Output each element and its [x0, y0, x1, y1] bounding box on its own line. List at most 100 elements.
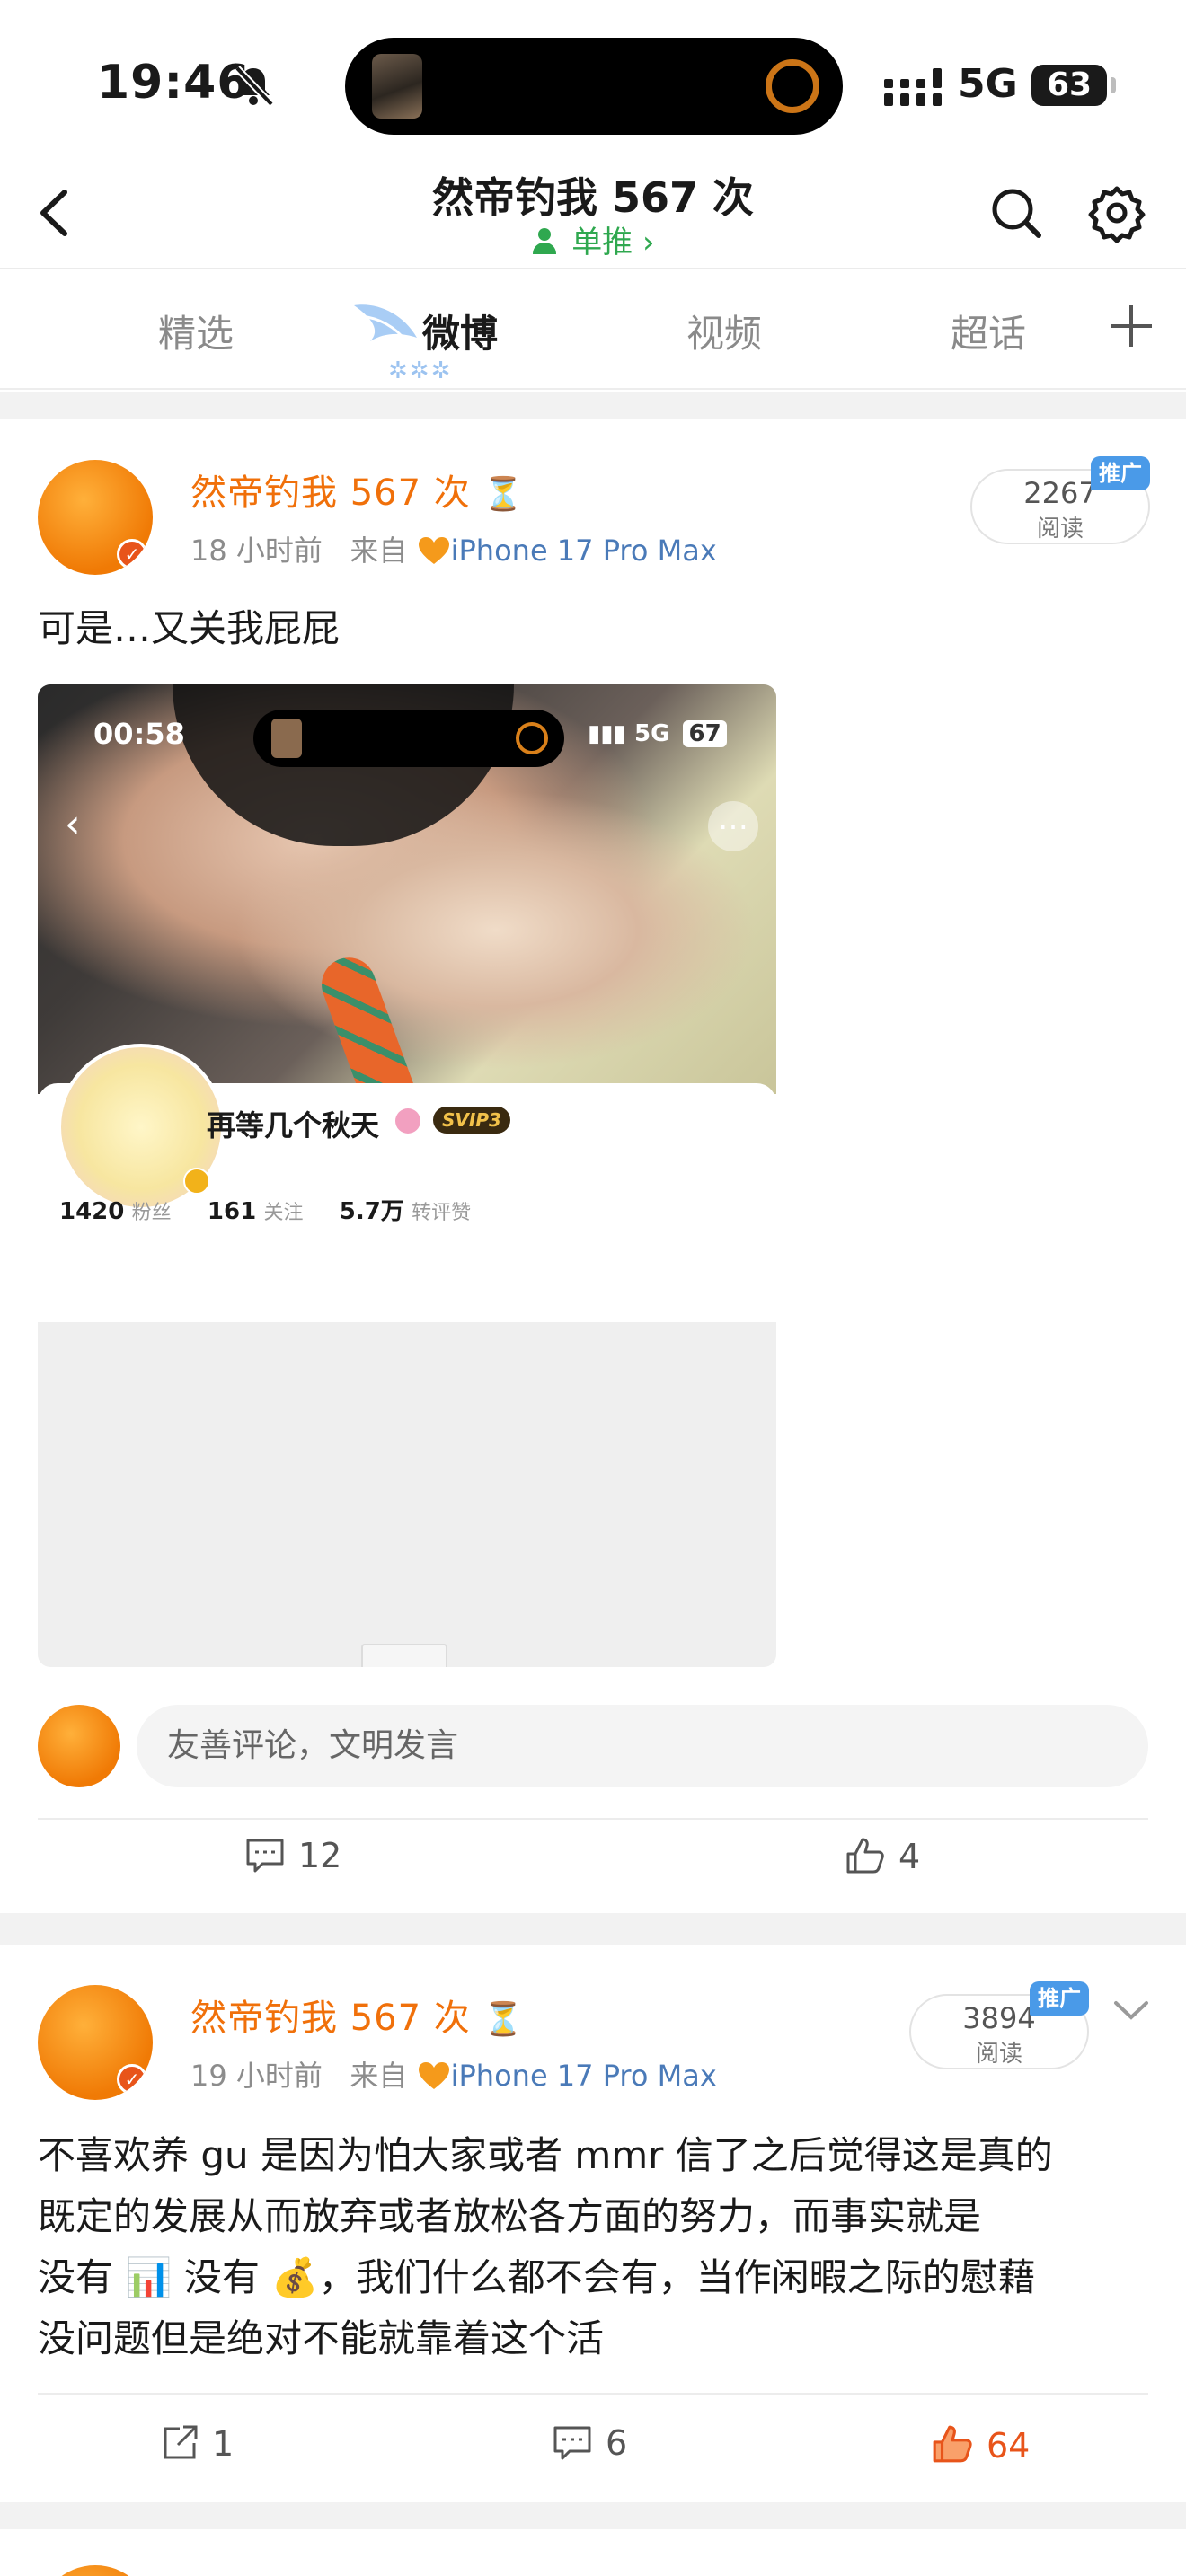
embedded-battery: 67 — [683, 720, 727, 747]
read-label: 阅读 — [975, 2041, 1022, 2068]
action-divider — [38, 2393, 1148, 2395]
post-time: 19 小时前 — [190, 2059, 323, 2093]
action-divider — [38, 1818, 1148, 1820]
plus-icon[interactable] — [1102, 296, 1161, 356]
source-device[interactable]: iPhone 17 Pro Max — [451, 2059, 717, 2093]
promo-tag: 推广 — [1030, 1981, 1089, 2016]
back-arrow-icon[interactable] — [25, 181, 88, 244]
author-name[interactable]: 然帝钓我 567 次 ⏳ — [190, 463, 524, 516]
hourglass-icon: ⏳ — [482, 476, 525, 513]
embedded-bars-icon: ▮▮▮ — [588, 720, 634, 747]
search-icon[interactable] — [985, 181, 1048, 244]
author-name-text: 然帝钓我 567 次 — [190, 1998, 471, 2039]
avatar[interactable]: ✓ — [38, 1985, 153, 2100]
post-meta: 18 小时前 来自 iPhone 17 Pro Max — [190, 528, 717, 569]
like-button[interactable]: 64 — [931, 2423, 1030, 2466]
comment-input[interactable]: 友善评论，文明发言 — [137, 1705, 1148, 1787]
post-meta: 19 小时前 来自 iPhone 17 Pro Max — [190, 2053, 717, 2095]
embedded-back-icon: ‹ — [65, 801, 81, 847]
like-count: 64 — [987, 2426, 1031, 2466]
orange-heart-icon — [418, 2062, 449, 2089]
embedded-likes-label: 转评赞 — [412, 1202, 472, 1224]
embedded-more-icon: … — [708, 801, 758, 851]
tab-featured[interactable]: 精选 — [124, 304, 268, 358]
comment-count: 12 — [298, 1836, 342, 1875]
comment-icon — [246, 1839, 284, 1873]
tab-bar: 精选 微博 ✲✲✲ 视频 超话 — [0, 269, 1186, 390]
image-placeholder — [38, 1322, 776, 1667]
comment-button[interactable]: 6 — [552, 2423, 627, 2463]
embedded-network: 5G — [633, 720, 670, 747]
thumbs-up-filled-icon — [933, 2425, 972, 2463]
avatar[interactable]: ✓ — [38, 460, 153, 575]
now-playing-artwork — [372, 54, 422, 119]
source-prefix: 来自 — [350, 2059, 408, 2093]
author-name[interactable]: 然帝钓我 567 次 ⏳ — [190, 1989, 524, 2041]
tab-video[interactable]: 视频 — [652, 304, 796, 358]
repost-button[interactable]: 1 — [160, 2423, 234, 2464]
post-time: 18 小时前 — [190, 534, 323, 568]
chevron-down-icon[interactable] — [1111, 1998, 1152, 2025]
source-prefix: 来自 — [350, 534, 408, 568]
tab-supertopic[interactable]: 超话 — [916, 304, 1060, 358]
post-card-partial[interactable] — [0, 2529, 1186, 2576]
verified-badge-icon: ✓ — [117, 2064, 147, 2095]
battery-cap — [1111, 77, 1116, 93]
post-text: 可是…又关我屁屁 — [38, 606, 341, 650]
verified-badge-icon: ✓ — [117, 539, 147, 569]
image-loading-handle — [361, 1644, 447, 1667]
post-text-line: 没有 📊 没有 💰，我们什么都不会有，当作闲暇之际的慰藉 — [38, 2255, 1036, 2299]
repost-count: 1 — [212, 2424, 235, 2464]
hourglass-icon: ⏳ — [482, 2001, 525, 2038]
section-gap — [0, 1913, 1186, 1945]
embedded-badge-icon — [395, 1108, 420, 1134]
activity-ring-icon — [766, 59, 819, 113]
embedded-followers: 1420 — [59, 1198, 125, 1225]
section-gap — [0, 2502, 1186, 2529]
comment-icon — [553, 2426, 591, 2460]
dynamic-island[interactable] — [345, 38, 843, 135]
like-button[interactable]: 4 — [845, 1836, 920, 1876]
read-label: 阅读 — [1036, 516, 1084, 543]
author-name-text: 然帝钓我 567 次 — [190, 472, 471, 514]
comment-button[interactable]: 12 — [244, 1836, 341, 1875]
settings-gear-icon[interactable] — [1085, 181, 1148, 244]
embedded-likes: 5.7万 — [339, 1198, 404, 1225]
embedded-time: 00:58 — [93, 717, 185, 751]
battery-level: 63 — [1031, 65, 1107, 106]
embedded-profile-name: 再等几个秋天 — [207, 1108, 380, 1142]
share-icon — [164, 2425, 198, 2459]
status-time: 19:46 — [97, 56, 251, 110]
silent-bell-icon — [235, 66, 274, 107]
post-card[interactable]: ✓ 然帝钓我 567 次 ⏳ 19 小时前 来自 iPhone 17 Pro M… — [0, 1945, 1186, 2502]
embedded-svip-badge: SVIP3 — [433, 1107, 510, 1134]
post-text-line: 不喜欢养 gu 是因为怕大家或者 mmr 信了之后觉得这是真的 — [38, 2133, 1053, 2177]
post-image[interactable]: 00:58 ▮▮▮ 5G 67 ‹ … 再等几个秋天 SVIP3 1420 粉丝… — [38, 684, 776, 1667]
promo-tag: 推广 — [1091, 456, 1150, 490]
embedded-island — [253, 710, 564, 767]
nav-bar: 然帝钓我 567 次 单推 › — [0, 162, 1186, 269]
source-device[interactable]: iPhone 17 Pro Max — [451, 534, 717, 568]
embedded-followers-label: 粉丝 — [131, 1202, 172, 1224]
post-text: 不喜欢养 gu 是因为怕大家或者 mmr 信了之后觉得这是真的 既定的发展从而放… — [38, 2125, 1152, 2369]
embedded-verified-icon — [183, 1168, 210, 1195]
single-push-link[interactable]: 单推 › — [503, 217, 683, 261]
embedded-profile-stats: 1420 粉丝 161 关注 5.7万 转评赞 — [59, 1193, 500, 1226]
chevron-right-icon: › — [642, 225, 655, 260]
embedded-signal: ▮▮▮ 5G 67 — [588, 720, 727, 747]
embedded-artwork — [271, 719, 302, 758]
embedded-following: 161 — [207, 1198, 257, 1225]
post-text-line: 既定的发展从而放弃或者放松各方面的努力，而事实就是 — [38, 2194, 982, 2238]
status-bar: 19:46 5G 63 — [0, 0, 1186, 162]
tab-weibo[interactable]: 微博 — [388, 304, 532, 358]
embedded-avatar — [58, 1044, 225, 1211]
comment-count: 6 — [606, 2423, 628, 2463]
my-avatar — [38, 1705, 120, 1787]
post-card[interactable]: ✓ 然帝钓我 567 次 ⏳ 18 小时前 来自 iPhone 17 Pro M… — [0, 419, 1186, 1913]
embedded-ring-icon — [516, 722, 548, 754]
embedded-following-label: 关注 — [263, 1202, 304, 1224]
page-title: 然帝钓我 567 次 — [431, 173, 755, 222]
avatar[interactable] — [38, 2565, 153, 2576]
network-type: 5G — [958, 61, 1018, 107]
embedded-status-bar: 00:58 ▮▮▮ 5G 67 — [38, 710, 776, 767]
